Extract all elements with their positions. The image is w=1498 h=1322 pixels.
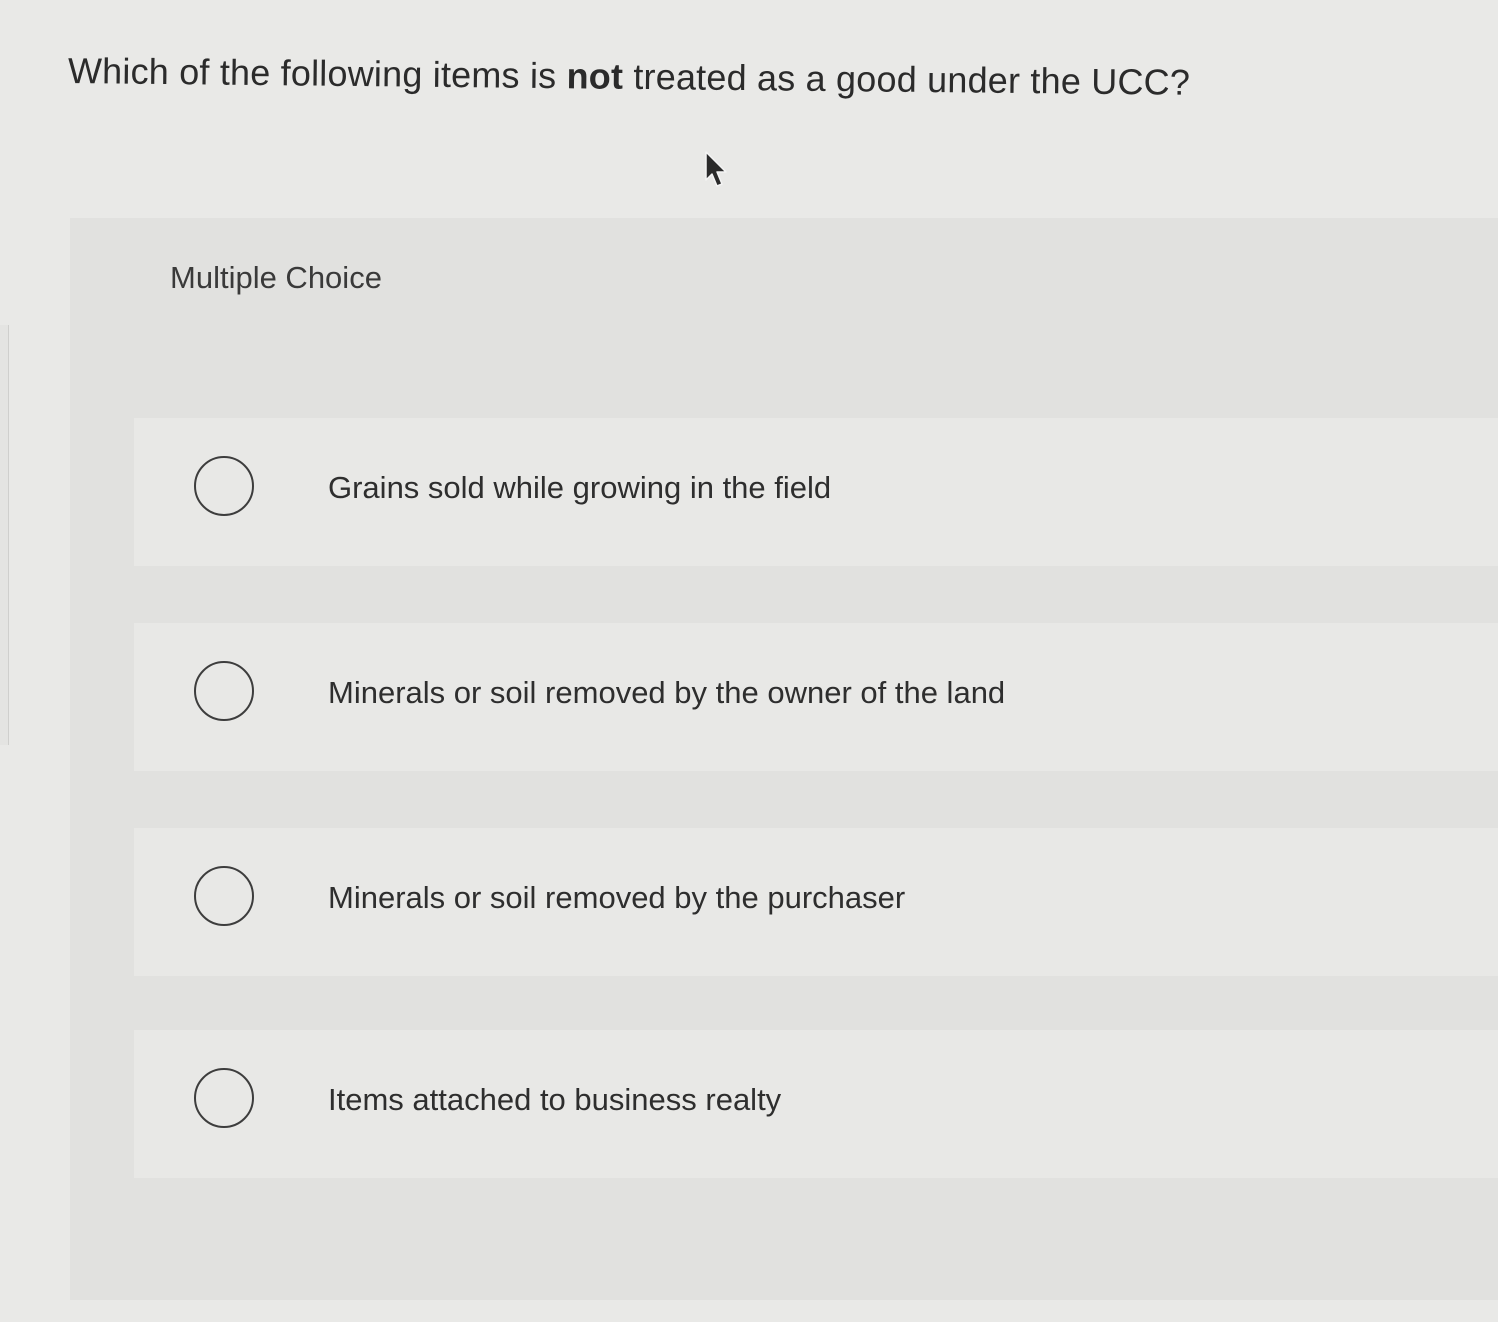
multiple-choice-panel: Multiple Choice Grains sold while growin… (70, 218, 1498, 1300)
question-text-start: Which of the following items is (67, 50, 567, 97)
question-emphasis: not (566, 55, 624, 97)
choice-option-4-label[interactable]: Items attached to business realty (328, 1082, 781, 1118)
choice-option-3[interactable]: Minerals or soil removed by the purchase… (134, 828, 1498, 976)
radio-unselected-icon[interactable] (194, 1068, 254, 1128)
multiple-choice-label: Multiple Choice (170, 260, 382, 295)
radio-unselected-icon[interactable] (194, 456, 254, 516)
choice-option-2-label[interactable]: Minerals or soil removed by the owner of… (328, 675, 1005, 711)
radio-unselected-icon[interactable] (194, 661, 254, 721)
radio-unselected-icon[interactable] (194, 866, 254, 926)
choice-option-3-label[interactable]: Minerals or soil removed by the purchase… (328, 880, 905, 916)
choice-option-1[interactable]: Grains sold while growing in the field (134, 418, 1498, 566)
choice-option-2[interactable]: Minerals or soil removed by the owner of… (134, 623, 1498, 771)
question-text: Which of the following items is not trea… (68, 50, 1191, 104)
mouse-pointer-icon (705, 151, 727, 187)
choice-option-4[interactable]: Items attached to business realty (134, 1030, 1498, 1178)
question-text-end: treated as a good under the UCC? (622, 55, 1191, 103)
left-window-edge (0, 325, 9, 745)
choice-option-1-label[interactable]: Grains sold while growing in the field (328, 470, 831, 506)
